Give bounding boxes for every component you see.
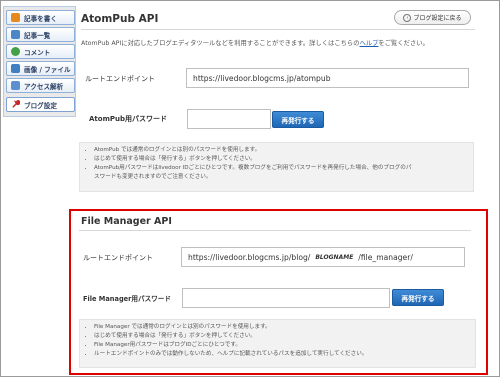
- file-manager-reissue-button[interactable]: 再発行する: [392, 289, 444, 306]
- note-item: AtomPub用パスワードはlivedoor IDごとにひとつです。複数ブログを…: [94, 164, 467, 173]
- sidebar-item-comments[interactable]: コメント: [6, 44, 75, 59]
- divider: [79, 230, 471, 231]
- sidebar-item-images[interactable]: 画像 / ファイル: [6, 61, 75, 76]
- wrench-icon: [11, 100, 21, 109]
- chart-icon: [11, 81, 20, 90]
- comment-icon: [11, 47, 20, 56]
- help-link[interactable]: ヘルプ: [360, 40, 379, 47]
- file-manager-endpoint-field[interactable]: https://livedoor.blogcms.jp/blog/ BLOGNA…: [181, 247, 465, 267]
- note-item: はじめて使用する場合は「発行する」ボタンを押してください。: [94, 155, 467, 164]
- blogname-placeholder: BLOGNAME: [315, 253, 354, 261]
- sidebar-item-settings[interactable]: ブログ設定: [6, 97, 75, 112]
- sidebar-item-label: コメント: [24, 48, 51, 57]
- file-manager-title: File Manager API: [81, 216, 172, 227]
- sidebar-item-write[interactable]: 記事を書く: [6, 10, 75, 25]
- note-item: File Manager では通常のログインとは別のパスワードを使用します。: [94, 323, 469, 332]
- atompub-endpoint-label: ルートエンドポイント: [85, 75, 155, 83]
- note-item: File Manager用パスワードはブログIDごとにひとつです。: [94, 341, 469, 350]
- description-text: AtomPub APIに対応したブログエディタツールなどを利用することができます…: [81, 40, 360, 47]
- atompub-endpoint-field[interactable]: https://livedoor.blogcms.jp/atompub: [186, 68, 469, 88]
- page-description: AtomPub APIに対応したブログエディタツールなどを利用することができます…: [81, 38, 429, 47]
- file-manager-endpoint-label: ルートエンドポイント: [83, 254, 153, 262]
- sidebar: 記事を書く 記事一覧 コメント 画像 / ファイル アクセス解析 ブログ設定: [3, 6, 76, 117]
- divider: [81, 29, 475, 30]
- sidebar-item-analytics[interactable]: アクセス解析: [6, 78, 75, 93]
- atompub-reissue-button[interactable]: 再発行する: [272, 111, 324, 128]
- back-to-settings-button[interactable]: ‹ ブログ設定に戻る: [394, 10, 471, 25]
- sidebar-item-label: 画像 / ファイル: [24, 65, 71, 74]
- atompub-password-field[interactable]: [187, 109, 271, 129]
- sidebar-item-label: 記事を書く: [24, 14, 57, 23]
- page-title: AtomPub API: [81, 13, 159, 25]
- chevron-left-icon: ‹: [403, 13, 412, 22]
- description-text-suffix: をご覧ください。: [378, 40, 429, 47]
- endpoint-suffix: /file_manager/: [358, 252, 413, 262]
- atompub-password-label: AtomPub用パスワード: [89, 115, 167, 123]
- page-frame: 記事を書く 記事一覧 コメント 画像 / ファイル アクセス解析 ブログ設定 A…: [0, 0, 500, 377]
- sidebar-item-articles[interactable]: 記事一覧: [6, 27, 75, 42]
- sidebar-item-label: ブログ設定: [24, 101, 57, 110]
- sidebar-item-label: 記事一覧: [24, 31, 51, 40]
- note-item: スワードも変更されますのでご注意ください。: [94, 174, 212, 180]
- file-manager-password-label: File Manager用パスワード: [83, 295, 171, 303]
- endpoint-prefix: https://livedoor.blogcms.jp/blog/: [188, 252, 311, 262]
- note-item: はじめて使用する場合は「発行する」ボタンを押してください。: [94, 332, 469, 341]
- atompub-notes: AtomPub では通常のログインとは別のパスワードを使用します。 はじめて使用…: [79, 142, 474, 192]
- image-icon: [11, 64, 20, 73]
- note-item: AtomPub では通常のログインとは別のパスワードを使用します。: [94, 146, 467, 155]
- list-icon: [11, 30, 20, 39]
- note-item: ルートエンドポイントのみでは動作しないため、ヘルプに記載されているパスを追加して…: [94, 350, 469, 359]
- sidebar-item-label: アクセス解析: [24, 82, 64, 91]
- pencil-icon: [11, 13, 20, 22]
- back-button-label: ブログ設定に戻る: [413, 15, 462, 22]
- file-manager-notes: File Manager では通常のログインとは別のパスワードを使用します。 は…: [79, 319, 476, 368]
- file-manager-password-field[interactable]: [182, 288, 390, 308]
